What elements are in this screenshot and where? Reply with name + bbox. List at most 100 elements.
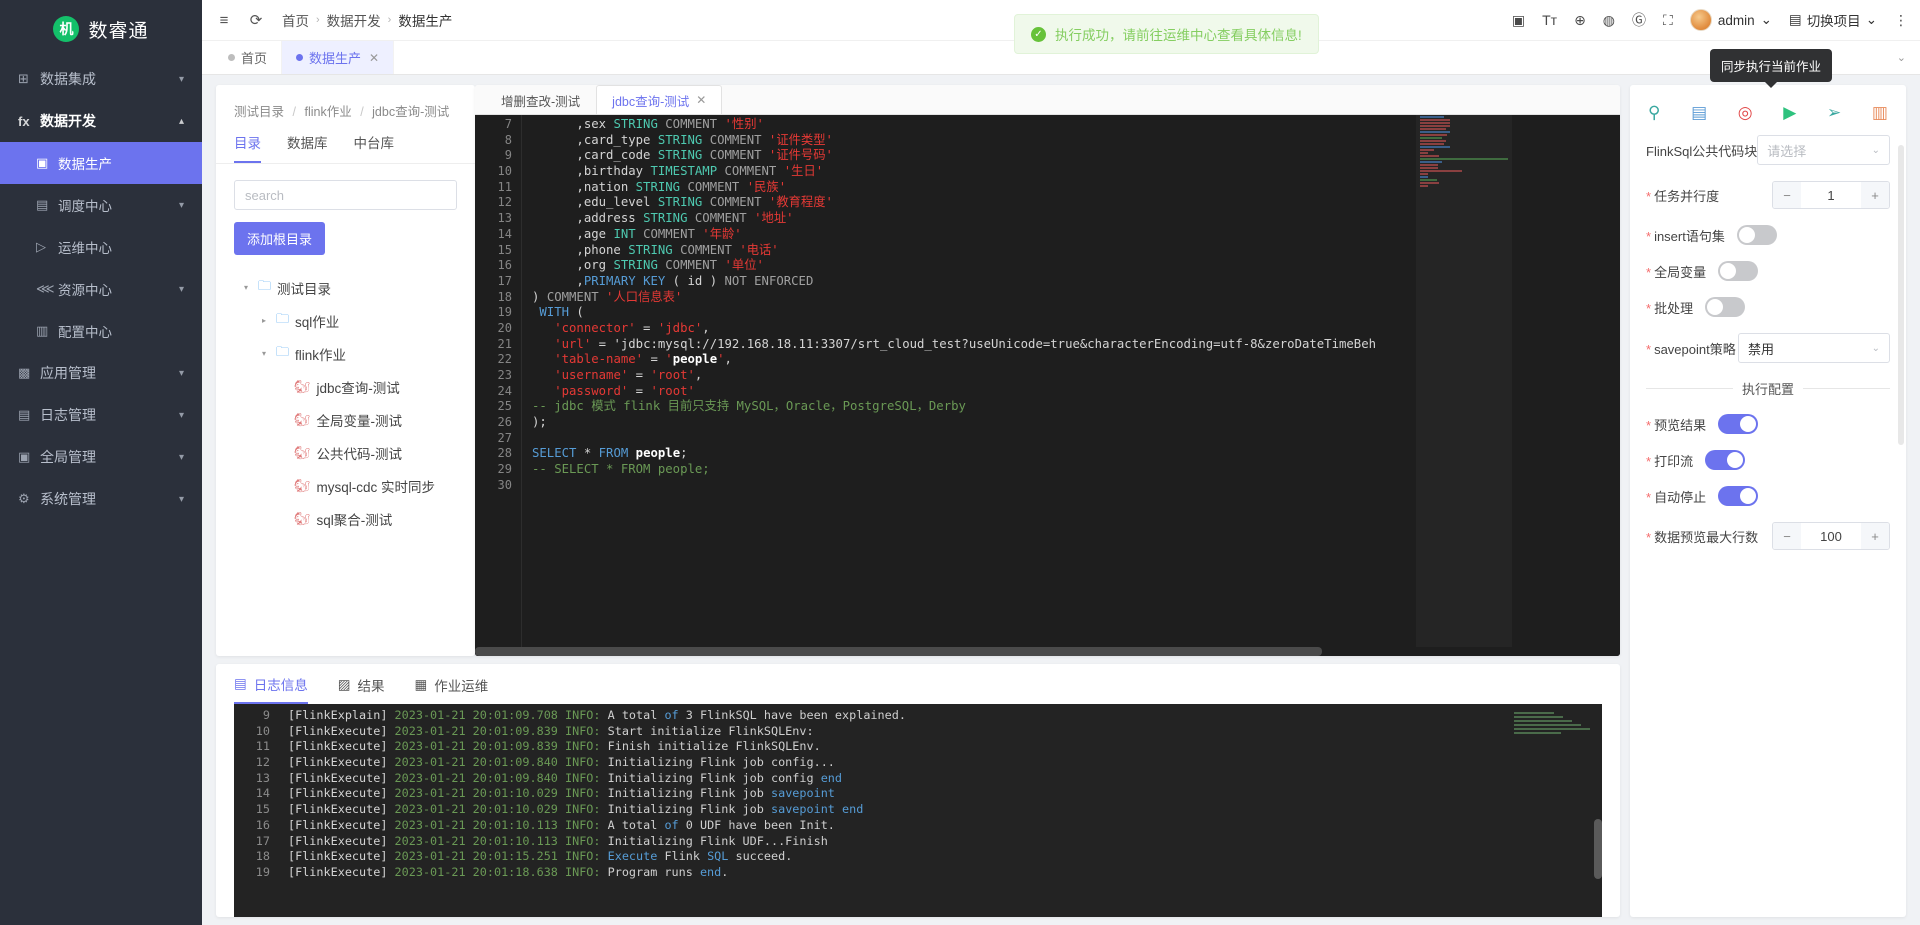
sidebar-item-1[interactable]: fx 数据开发 ▴ (0, 100, 202, 142)
log-tab-job-ops[interactable]: ▦ 作业运维 (415, 674, 489, 704)
breadcrumb-item-home[interactable]: 首页 (282, 10, 309, 30)
sidebar-item-3[interactable]: ▤ 调度中心 ▾ (0, 184, 202, 226)
print-stream-toggle[interactable] (1705, 450, 1746, 470)
tree-file-node[interactable]: 🐿 公共代码-测试 (234, 436, 457, 469)
breadcrumb: 首页 › 数据开发 › 数据生产 (282, 10, 452, 30)
check-shield-icon[interactable]: ◎ (1738, 103, 1753, 123)
editor-horizontal-scrollbar[interactable] (475, 647, 1620, 656)
brand[interactable]: 机 数睿通 (0, 0, 202, 58)
tree-folder-node[interactable]: ▸ 🗀 sql作业 (234, 304, 457, 337)
task-parallelism-stepper[interactable]: −1 + (1772, 181, 1890, 209)
tab-database[interactable]: 数据库 (287, 132, 328, 163)
breadcrumb-item-data-dev[interactable]: 数据开发 (327, 10, 381, 30)
run-icon[interactable]: ▶ (1783, 103, 1796, 123)
catalog-breadcrumb-root[interactable]: 测试目录 (234, 105, 284, 119)
tree-folder-node[interactable]: ▾ 🗀 flink作业 (234, 337, 457, 370)
tab-catalog[interactable]: 目录 (234, 132, 261, 163)
catalog-breadcrumb-folder[interactable]: flink作业 (304, 105, 351, 119)
stepper-value[interactable]: 100 (1801, 529, 1861, 544)
tree-file-node[interactable]: 🐿 sql聚合-测试 (234, 502, 457, 535)
tree-node-label: 测试目录 (277, 281, 332, 297)
sidebar-item-label: 配置中心 (58, 325, 112, 340)
increment-button[interactable]: + (1861, 182, 1889, 208)
toast-message: 执行成功，请前往运维中心查看具体信息! (1055, 28, 1302, 43)
search-input[interactable] (234, 180, 457, 210)
tree-folder-node[interactable]: ▾ 🗀 测试目录 (234, 271, 457, 304)
log-tab-result[interactable]: ▨ 结果 (338, 674, 385, 704)
log-minimap[interactable] (1514, 710, 1592, 736)
send-icon: ▷ (36, 239, 46, 254)
sidebar-item-label: 数据生产 (58, 157, 112, 172)
tree-file-node[interactable]: 🐿 全局变量-测试 (234, 403, 457, 436)
tabs-collapse-icon[interactable]: ⌄ (1883, 41, 1920, 74)
flinksql-common-code-block-select[interactable]: 请选择 ⌄ (1757, 135, 1890, 165)
function-icon: fx (18, 113, 30, 129)
sidebar-item-0[interactable]: ⊞ 数据集成 ▾ (0, 58, 202, 100)
font-size-icon[interactable]: Tт (1542, 12, 1557, 28)
batch-processing-toggle[interactable] (1705, 297, 1746, 317)
preview-result-toggle[interactable] (1718, 414, 1759, 434)
tree-caret-icon[interactable]: ▸ (262, 316, 276, 325)
minimap-line (1420, 122, 1451, 124)
stepper-value[interactable]: 1 (1801, 188, 1861, 203)
log-line-number: 18 (255, 849, 270, 864)
log-vertical-scrollbar[interactable] (1594, 819, 1602, 879)
sidebar-item-4[interactable]: ▷ 运维中心 (0, 226, 202, 268)
sidebar-item-6[interactable]: ▥ 配置中心 (0, 310, 202, 352)
page-tab-home[interactable]: 首页 (214, 41, 283, 74)
minimap-line (1420, 146, 1451, 148)
increment-button[interactable]: + (1861, 523, 1889, 549)
sidebar-collapse-icon[interactable]: ≡ (214, 12, 234, 29)
tree-caret-icon[interactable]: ▾ (262, 349, 276, 358)
decrement-button[interactable]: − (1773, 523, 1801, 549)
log-tab-log-info[interactable]: ▤ 日志信息 (234, 674, 308, 704)
sidebar-item-7[interactable]: ▩ 应用管理 ▾ (0, 352, 202, 394)
page-tab-data-production[interactable]: 数据生产 ✕ (282, 41, 395, 74)
magic-wand-icon[interactable]: ⚲ (1648, 103, 1660, 123)
close-icon[interactable]: ✕ (369, 51, 379, 65)
log-content[interactable]: [FlinkExplain] 2023-01-21 20:01:09.708 I… (280, 704, 1602, 917)
minimap-line (1420, 134, 1448, 136)
sidebar-item-9[interactable]: ▣ 全局管理 ▾ (0, 436, 202, 478)
global-variable-toggle[interactable] (1718, 261, 1759, 281)
editor-minimap[interactable] (1416, 115, 1512, 656)
savepoint-strategy-select[interactable]: 禁用 ⌄ (1738, 333, 1890, 363)
required-marker: * (1646, 264, 1652, 280)
globe-icon[interactable]: ⊕ (1574, 12, 1586, 29)
save-icon[interactable]: ▤ (1691, 103, 1707, 123)
sidebar-item-10[interactable]: ⚙ 系统管理 ▾ (0, 478, 202, 520)
github-icon[interactable]: ◍ (1603, 12, 1615, 29)
gitee-icon[interactable]: Ⓖ (1632, 10, 1646, 30)
tree-file-node[interactable]: 🐿 jdbc查询-测试 (234, 370, 457, 403)
sidebar-item-8[interactable]: ▤ 日志管理 ▾ (0, 394, 202, 436)
refresh-icon[interactable]: ⟳ (246, 11, 266, 29)
code-body[interactable]: 7 8 9 10 11 12 13 14 15 16 17 18 19 20 21 22 23 24 25 26 27 2… (475, 115, 1620, 656)
sidebar-item-2[interactable]: ▣ 数据生产 (0, 142, 202, 184)
clear-icon[interactable]: ▥ (1872, 103, 1888, 123)
close-icon[interactable]: ✕ (696, 93, 706, 107)
decrement-button[interactable]: − (1773, 182, 1801, 208)
fullscreen-icon[interactable]: ⛶ (1663, 12, 1673, 29)
log-body[interactable]: 9 10 11 12 13 14 15 16 17 18 19 [FlinkExplain] 202… (234, 704, 1602, 917)
max-preview-rows-stepper[interactable]: −100 + (1772, 522, 1890, 550)
user-menu[interactable]: admin ⌄ (1689, 9, 1772, 31)
editor-tab-jdbc-query-test[interactable]: jdbc查询-测试 ✕ (596, 85, 723, 114)
tab-midplatform-db[interactable]: 中台库 (354, 132, 395, 163)
sidebar-item-5[interactable]: ⋘ 资源中心 ▾ (0, 268, 202, 310)
image-add-icon[interactable]: ▣ (1512, 12, 1525, 29)
sidebar: 机 数睿通 ⊞ 数据集成 ▾ fx 数据开发 ▴ ▣ 数据生产 ▤ 调度中心 ▾ ▷ 运维中心 ⋘ 资源中心… (0, 0, 202, 925)
flink-file-icon: 🐿 (294, 477, 311, 493)
editor-tab-crud-test[interactable]: 增删查改-测试 (485, 85, 596, 114)
project-switcher[interactable]: ▤ 切换项目 ⌄ (1789, 10, 1877, 30)
tree-file-node[interactable]: 🐿 mysql-cdc 实时同步 (234, 469, 457, 502)
submit-icon[interactable]: ➢ (1827, 103, 1841, 123)
config-scrollbar[interactable] (1898, 145, 1904, 445)
exec-config-divider: 执行配置 (1646, 379, 1890, 398)
tree-caret-icon[interactable]: ▾ (244, 283, 258, 292)
log-tab-label: 作业运维 (434, 679, 489, 694)
editor-tab-label: jdbc查询-测试 (612, 94, 690, 109)
auto-stop-toggle[interactable] (1718, 486, 1759, 506)
insert-statement-set-toggle[interactable] (1736, 225, 1777, 245)
add-root-directory-button[interactable]: 添加根目录 (234, 222, 326, 255)
more-options-icon[interactable]: ⋮ (1894, 12, 1908, 29)
